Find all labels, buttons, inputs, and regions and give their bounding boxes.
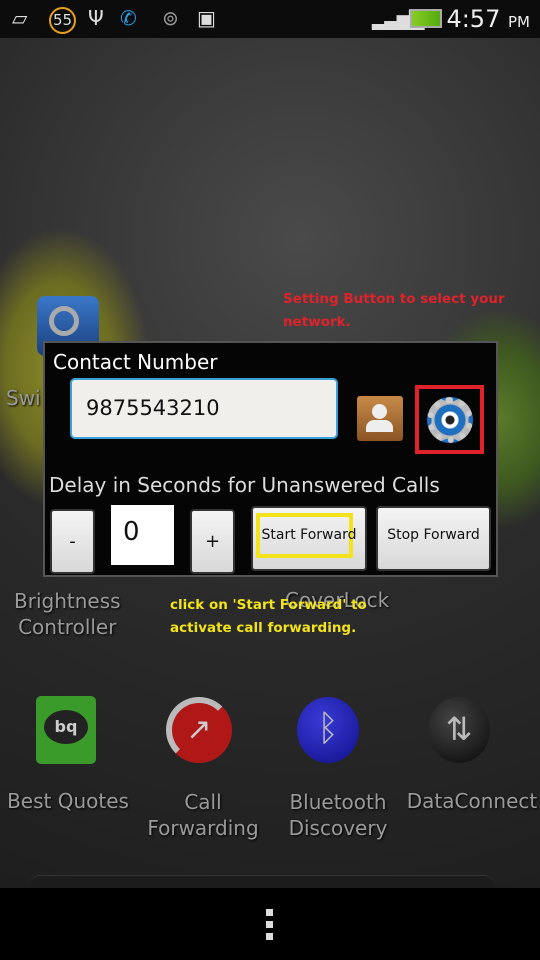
settings-gear-icon[interactable] xyxy=(427,397,473,443)
status-bar: ▱ 55 Ψ ✆ ⊚ ▣ ▂▃▅▇ 4:57 PM xyxy=(0,0,540,38)
settings-annotation: Setting Button to select your network. xyxy=(283,288,505,334)
delay-value-field[interactable]: 0 xyxy=(111,505,174,565)
usb-icon: Ψ xyxy=(88,6,104,30)
start-annotation: click on 'Start Forward' to activate cal… xyxy=(170,594,367,640)
contact-number-input[interactable]: 9875543210 xyxy=(70,378,338,439)
bluetooth-icon[interactable]: ᛒ xyxy=(297,697,359,763)
label-line: Bluetooth xyxy=(289,790,387,814)
call-forwarding-icon[interactable]: ↗ xyxy=(166,697,232,763)
label-line: Forwarding xyxy=(147,816,259,840)
app-label-call-forwarding[interactable]: Call Forwarding xyxy=(140,789,266,841)
stop-forward-button[interactable]: Stop Forward xyxy=(376,506,491,571)
settings-highlight-box xyxy=(415,385,484,454)
decrement-button[interactable]: - xyxy=(50,509,95,574)
app-label-dataconnect[interactable]: DataConnect xyxy=(404,789,540,813)
menu-icon[interactable] xyxy=(255,906,285,946)
notification-count-badge: 55 xyxy=(49,7,76,34)
settings-annotation-line: network. xyxy=(283,314,351,330)
label-line: Call xyxy=(184,790,222,814)
stop-forward-label: Stop Forward xyxy=(387,526,480,543)
app-label-best-quotes[interactable]: Best Quotes xyxy=(6,789,130,813)
app-label-swi: Swi xyxy=(6,386,41,410)
app-label-bluetooth[interactable]: Bluetooth Discovery xyxy=(276,789,400,841)
start-forward-label: Start Forward xyxy=(261,526,357,543)
increment-button[interactable]: + xyxy=(190,509,235,574)
battery-charging-icon xyxy=(410,9,442,28)
app-label-brightness[interactable]: Brightness Controller xyxy=(14,588,121,640)
android-debug-icon: ▣ xyxy=(197,6,216,30)
clock: 4:57 PM xyxy=(446,5,530,33)
call-forward-icon: ✆ xyxy=(120,6,137,30)
start-forward-button[interactable]: Start Forward xyxy=(251,506,367,571)
call-forward-dialog: Contact Number 9875543210 Delay in Secon… xyxy=(43,341,498,577)
contacts-book-icon[interactable] xyxy=(357,396,403,441)
start-annotation-line: activate call forwarding. xyxy=(170,620,357,636)
lock-icon: ⊚ xyxy=(162,6,179,30)
start-annotation-line: click on 'Start Forward' to xyxy=(170,597,367,613)
battery-leaf-icon: ▱ xyxy=(12,6,28,30)
label-line: Brightness xyxy=(14,589,121,613)
best-quotes-icon[interactable]: bq xyxy=(36,696,96,764)
magnifier-icon xyxy=(49,306,79,336)
clock-ampm: PM xyxy=(508,13,530,31)
settings-annotation-line: Setting Button to select your xyxy=(283,291,505,307)
navigation-bar xyxy=(0,888,540,960)
label-line: Discovery xyxy=(288,816,388,840)
data-connect-icon[interactable]: ⇅ xyxy=(428,697,490,763)
contact-number-label: Contact Number xyxy=(53,350,218,374)
label-line: Controller xyxy=(18,615,117,639)
delay-label: Delay in Seconds for Unanswered Calls xyxy=(49,473,440,497)
clock-time: 4:57 xyxy=(446,5,501,33)
